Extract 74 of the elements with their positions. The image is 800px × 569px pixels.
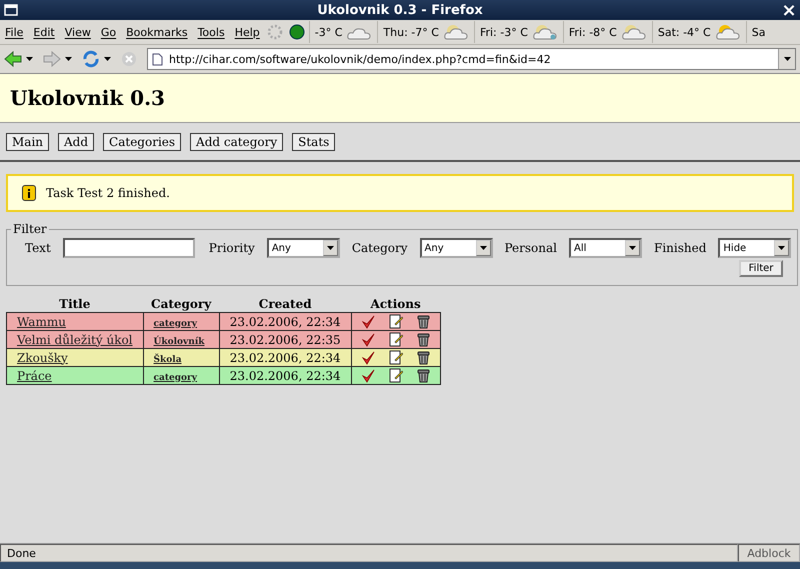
back-icon[interactable] [4, 51, 22, 67]
weather-label: Fri: -3° C [480, 26, 528, 38]
filter-legend: Filter [11, 222, 49, 236]
nav-button[interactable]: Add [58, 133, 94, 151]
trash-icon[interactable] [416, 350, 430, 365]
sun-cloud-icon [714, 24, 741, 40]
weather-label: -3° C [314, 26, 342, 38]
caret-icon[interactable] [778, 246, 786, 250]
menu-item[interactable]: Help [230, 26, 265, 38]
message-text: Task Test 2 finished. [46, 186, 170, 200]
nav-button[interactable]: Categories [103, 133, 182, 151]
field-label: Text [25, 241, 51, 255]
trash-icon[interactable] [416, 368, 430, 383]
weather-label: Sat: -4° C [658, 26, 711, 38]
caret-icon[interactable] [65, 57, 72, 61]
page-title: Ukolovnik 0.3 [10, 86, 165, 110]
nav-button[interactable]: Main [6, 133, 50, 151]
address-field[interactable]: http://cihar.com/software/ukolovnik/demo/index.php?cmd=fin&id=42 [147, 48, 796, 70]
select-field[interactable]: Any [420, 238, 493, 258]
text-field[interactable] [62, 238, 195, 258]
status-text: Done [0, 544, 738, 562]
menu-item[interactable]: Tools [192, 26, 230, 38]
task-link[interactable]: Práce [17, 368, 52, 382]
check-icon[interactable] [362, 332, 375, 346]
check-icon[interactable] [362, 350, 375, 364]
caret-icon[interactable] [104, 57, 111, 61]
page-icon [152, 52, 163, 66]
select-field[interactable]: Hide [718, 238, 792, 258]
status-dot-icon [288, 24, 305, 40]
field-label: Finished [654, 241, 706, 255]
edit-icon[interactable] [388, 332, 403, 347]
info-icon [22, 185, 36, 201]
column-header: Actions [351, 296, 440, 312]
edit-icon[interactable] [388, 368, 403, 383]
edit-icon[interactable] [388, 314, 403, 329]
check-icon[interactable] [362, 314, 375, 328]
window-menu-icon[interactable] [2, 2, 20, 18]
column-header: Created [219, 296, 352, 312]
sun-cloud-icon [442, 24, 469, 40]
column-header: Category [143, 296, 220, 312]
caret-icon[interactable] [480, 246, 487, 250]
select-field[interactable]: Any [266, 238, 340, 258]
field-label: Priority [208, 241, 255, 255]
caret-icon[interactable] [629, 246, 636, 250]
weather-label: Fri: -8° C [568, 26, 617, 38]
trash-icon[interactable] [416, 314, 430, 329]
menu-item[interactable]: File [0, 26, 28, 38]
caret-icon[interactable] [784, 57, 790, 61]
menu-item[interactable]: View [60, 26, 96, 38]
nav-button[interactable]: Add category [190, 133, 284, 151]
check-icon[interactable] [362, 368, 375, 382]
caret-icon[interactable] [326, 246, 334, 250]
weather-label: Sa [752, 26, 766, 38]
caret-icon[interactable] [26, 57, 33, 61]
edit-icon[interactable] [388, 350, 403, 365]
throbber-icon [266, 24, 283, 40]
menu-item[interactable]: Bookmarks [121, 26, 193, 38]
sun-cloud-icon [620, 24, 647, 40]
menu-item[interactable]: Edit [28, 26, 60, 38]
field-label: Personal [504, 241, 557, 255]
table-cell: 23.02.2006, 22:34 [219, 366, 352, 384]
table-cell: 23.02.2006, 22:34 [219, 312, 352, 330]
filter-button[interactable]: Filter [738, 260, 784, 277]
select-field[interactable]: All [569, 238, 642, 258]
trash-icon[interactable] [416, 332, 430, 347]
adblock-button[interactable]: Adblock [738, 544, 800, 562]
nav-button[interactable]: Stats [292, 133, 336, 151]
column-header: Title [6, 296, 144, 312]
menu-item[interactable]: Go [96, 26, 122, 38]
close-button[interactable]: × [780, 2, 798, 18]
snow-cloud-icon [532, 24, 558, 40]
weather-label: Thu: -7° C [383, 26, 439, 38]
field-label: Category [352, 241, 408, 255]
window-title: Ukolovnik 0.3 - Firefox [316, 2, 484, 18]
